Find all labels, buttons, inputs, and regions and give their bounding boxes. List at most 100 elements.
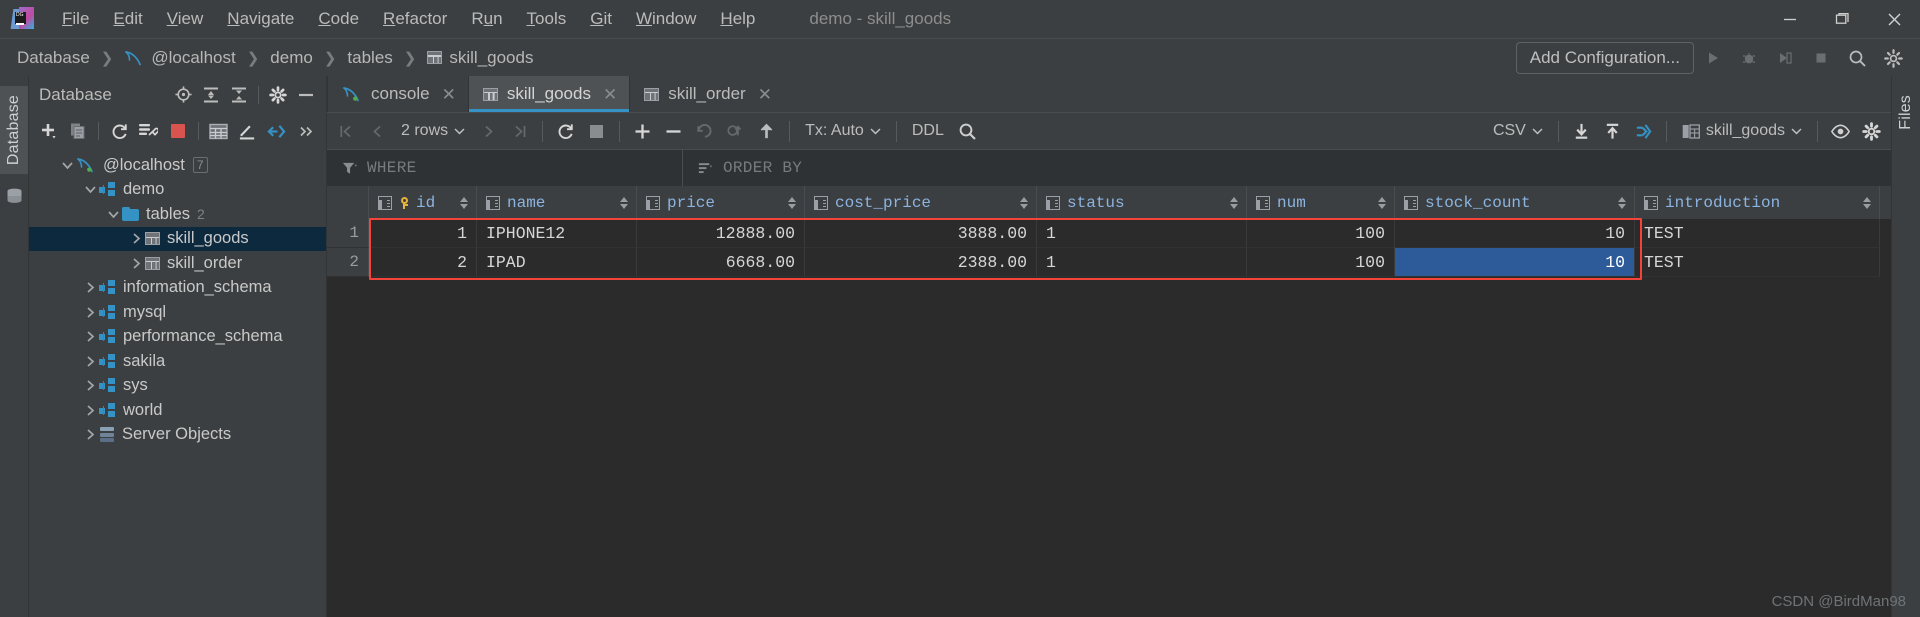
rail-tab-files[interactable]: Files: [1892, 86, 1920, 139]
stop-icon[interactable]: [1804, 41, 1838, 75]
breadcrumb-item-skill-goods[interactable]: skill_goods: [424, 46, 536, 70]
jump-to-console-icon[interactable]: [263, 117, 291, 146]
cell-cost-price[interactable]: 3888.00: [805, 219, 1037, 248]
more-icon[interactable]: [292, 117, 320, 146]
menu-item-run[interactable]: Run: [459, 5, 514, 33]
first-page-icon[interactable]: [331, 116, 362, 147]
where-filter-input[interactable]: WHERE: [327, 150, 683, 186]
column-header-introduction[interactable]: introduction: [1635, 186, 1880, 219]
editor-tab-console[interactable]: console ✕: [327, 76, 468, 112]
next-page-icon[interactable]: [473, 116, 504, 147]
open-in-new-tab-icon[interactable]: [1628, 116, 1659, 147]
cell-stock-count[interactable]: 10: [1395, 248, 1635, 277]
column-header-price[interactable]: price: [637, 186, 805, 219]
tree-expander[interactable]: [128, 257, 145, 270]
column-header-stock-count[interactable]: stock_count: [1395, 186, 1635, 219]
cell-name[interactable]: IPAD: [477, 248, 637, 277]
export-format-selector[interactable]: CSV: [1485, 117, 1551, 145]
column-header-num[interactable]: num: [1247, 186, 1395, 219]
search-icon[interactable]: [952, 116, 983, 147]
tree-item-world[interactable]: world: [29, 398, 326, 423]
tree-expander[interactable]: [128, 232, 145, 245]
column-header-name[interactable]: name: [477, 186, 637, 219]
rail-tab-database[interactable]: Database: [0, 86, 28, 175]
tree-item-skill-order[interactable]: skill_order: [29, 251, 326, 276]
sort-toggle-icon[interactable]: [1229, 196, 1238, 209]
cell-status[interactable]: 1: [1037, 248, 1247, 277]
search-everywhere-icon[interactable]: [1840, 41, 1874, 75]
tree-expander[interactable]: [82, 281, 99, 294]
cell-num[interactable]: 100: [1247, 248, 1395, 277]
close-icon[interactable]: ✕: [603, 86, 617, 103]
locate-target-icon[interactable]: [169, 81, 197, 109]
menu-item-tools[interactable]: Tools: [515, 5, 579, 33]
row-count-selector[interactable]: 2 rows: [393, 117, 473, 145]
breadcrumb-item-demo[interactable]: demo: [267, 46, 316, 70]
close-icon[interactable]: ✕: [758, 86, 772, 103]
sort-toggle-icon[interactable]: [619, 196, 628, 209]
menu-item-view[interactable]: View: [155, 5, 216, 33]
breadcrumb-item-database[interactable]: Database: [14, 46, 93, 70]
run-with-coverage-icon[interactable]: [1768, 41, 1802, 75]
menu-item-code[interactable]: Code: [306, 5, 371, 33]
reload-page-icon[interactable]: [550, 116, 581, 147]
cell-price[interactable]: 12888.00: [637, 219, 805, 248]
cell-id[interactable]: 1: [369, 219, 477, 248]
tree-item-demo[interactable]: demo: [29, 178, 326, 203]
menu-item-navigate[interactable]: Navigate: [215, 5, 306, 33]
cell-cost-price[interactable]: 2388.00: [805, 248, 1037, 277]
cell-id[interactable]: 2: [369, 248, 477, 277]
minimize-button[interactable]: [1764, 0, 1816, 38]
open-table-editor-icon[interactable]: [205, 117, 233, 146]
tree-item-server-objects[interactable]: Server Objects: [29, 423, 326, 448]
close-button[interactable]: [1868, 0, 1920, 38]
datasource-selector[interactable]: skill_goods: [1674, 117, 1810, 145]
breadcrumb-item-localhost[interactable]: @localhost: [121, 46, 238, 70]
tree-item-information-schema[interactable]: information_schema: [29, 276, 326, 301]
close-icon[interactable]: ✕: [442, 86, 456, 103]
tree-item--localhost[interactable]: @localhost 7: [29, 153, 326, 178]
tree-expander[interactable]: [82, 355, 99, 368]
settings-gear-icon[interactable]: [1876, 41, 1910, 75]
prev-page-icon[interactable]: [362, 116, 393, 147]
tree-item-skill-goods[interactable]: skill_goods: [29, 226, 326, 251]
breadcrumb-item-tables[interactable]: tables: [344, 46, 395, 70]
refresh-icon[interactable]: [105, 117, 133, 146]
run-icon[interactable]: [1696, 41, 1730, 75]
last-page-icon[interactable]: [504, 116, 535, 147]
transaction-mode-selector[interactable]: Tx: Auto: [797, 117, 889, 145]
sort-toggle-icon[interactable]: [459, 196, 468, 209]
tree-item-performance-schema[interactable]: performance_schema: [29, 325, 326, 350]
sort-toggle-icon[interactable]: [1617, 196, 1626, 209]
cell-num[interactable]: 100: [1247, 219, 1395, 248]
modify-icon[interactable]: [234, 117, 262, 146]
hide-panel-icon[interactable]: [292, 81, 320, 109]
menu-item-edit[interactable]: Edit: [101, 5, 154, 33]
menu-item-git[interactable]: Git: [578, 5, 624, 33]
tree-item-sakila[interactable]: sakila: [29, 349, 326, 374]
data-sources-properties-icon[interactable]: [134, 117, 162, 146]
menu-item-window[interactable]: Window: [624, 5, 708, 33]
add-icon[interactable]: [35, 117, 63, 146]
import-from-file-icon[interactable]: [1597, 116, 1628, 147]
cell-introduction[interactable]: TEST: [1635, 248, 1880, 277]
delete-row-icon[interactable]: [658, 116, 689, 147]
menu-item-file[interactable]: File: [50, 5, 101, 33]
editor-tab-skill-order[interactable]: skill_order ✕: [629, 76, 784, 112]
add-row-icon[interactable]: [627, 116, 658, 147]
cell-name[interactable]: IPHONE12: [477, 219, 637, 248]
menu-item-help[interactable]: Help: [708, 5, 767, 33]
tree-expander[interactable]: [82, 404, 99, 417]
export-to-file-icon[interactable]: [1566, 116, 1597, 147]
submit-icon[interactable]: [751, 116, 782, 147]
sort-toggle-icon[interactable]: [787, 196, 796, 209]
ddl-button[interactable]: DDL: [904, 117, 952, 145]
tree-expander[interactable]: [82, 183, 99, 196]
revert-icon[interactable]: [689, 116, 720, 147]
tree-item-tables[interactable]: tables 2: [29, 202, 326, 227]
cell-stock-count[interactable]: 10: [1395, 219, 1635, 248]
add-configuration-button[interactable]: Add Configuration...: [1515, 42, 1694, 74]
tree-item-sys[interactable]: sys: [29, 374, 326, 399]
column-header-id[interactable]: id: [369, 186, 477, 219]
maximize-button[interactable]: [1816, 0, 1868, 38]
